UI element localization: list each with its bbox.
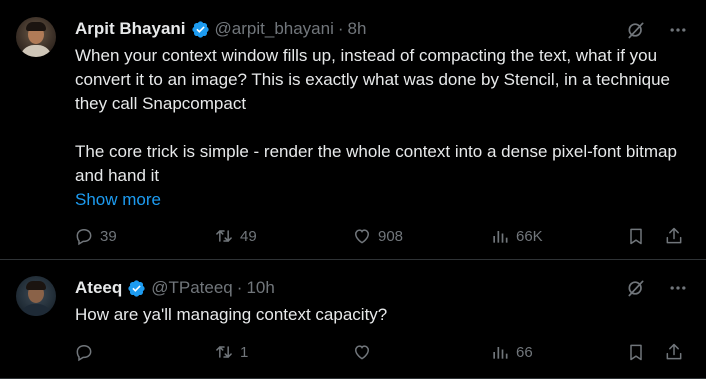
reply-button[interactable] xyxy=(74,342,100,362)
repost-count: 49 xyxy=(240,227,257,245)
repost-button[interactable]: 1 xyxy=(214,342,248,362)
author-name[interactable]: Ateeq xyxy=(75,278,122,298)
bookmark-button[interactable] xyxy=(626,226,646,246)
avatar[interactable] xyxy=(16,17,56,57)
tweet-card[interactable]: Arpit Bhayani @arpit_bhayani · 8h When y… xyxy=(0,0,706,260)
views-count: 66 xyxy=(516,343,533,361)
avatar[interactable] xyxy=(16,276,56,316)
author-name[interactable]: Arpit Bhayani xyxy=(75,19,186,39)
tweet-header: Arpit Bhayani @arpit_bhayani · 8h xyxy=(75,18,366,40)
reply-button[interactable]: 39 xyxy=(74,226,117,246)
more-options-icon[interactable] xyxy=(668,278,688,298)
avatar-shoulders xyxy=(20,45,52,57)
repost-icon xyxy=(216,346,232,358)
show-more-link[interactable]: Show more xyxy=(75,188,685,212)
author-handle[interactable]: @TPateeq xyxy=(151,278,233,298)
views-count: 66K xyxy=(516,227,543,245)
grok-icon[interactable] xyxy=(626,278,646,298)
tweet-header: Ateeq @TPateeq · 10h xyxy=(75,277,275,299)
avatar-hair xyxy=(26,281,46,290)
views-button[interactable]: 66K xyxy=(490,226,543,246)
share-icon xyxy=(666,343,682,360)
views-icon xyxy=(493,347,508,359)
author-handle[interactable]: @arpit_bhayani xyxy=(215,19,334,39)
tweet-action-bar: 39 49 908 66K xyxy=(74,224,686,248)
tweet-top-actions xyxy=(626,278,688,298)
more-options-icon[interactable] xyxy=(668,20,688,40)
avatar-hair xyxy=(26,22,46,31)
repost-button[interactable]: 49 xyxy=(214,226,257,246)
verified-badge-icon xyxy=(191,20,209,38)
reply-icon xyxy=(76,344,92,362)
bookmark-icon xyxy=(630,344,642,361)
repost-icon xyxy=(216,230,232,242)
like-icon xyxy=(354,345,370,360)
separator: · xyxy=(337,19,344,38)
timestamp[interactable]: 10h xyxy=(246,278,274,298)
views-button[interactable]: 66 xyxy=(490,342,533,362)
share-button[interactable] xyxy=(664,342,684,362)
like-button[interactable]: 908 xyxy=(352,226,403,246)
like-button[interactable] xyxy=(352,342,378,362)
grok-icon[interactable] xyxy=(626,20,646,40)
like-icon xyxy=(354,229,370,244)
tweet-text: How are ya'll managing context capacity? xyxy=(75,303,685,327)
tweet-paragraph: When your context window fills up, inste… xyxy=(75,46,671,113)
bookmark-icon xyxy=(630,228,642,245)
views-icon xyxy=(493,231,508,243)
tweet-paragraph: The core trick is simple - render the wh… xyxy=(75,142,677,185)
avatar-shoulders xyxy=(20,304,52,316)
like-count: 908 xyxy=(378,227,404,245)
tweet-text: When your context window fills up, inste… xyxy=(75,44,685,212)
verified-badge-icon xyxy=(128,279,145,297)
tweet-action-bar: 1 66 xyxy=(74,340,686,364)
separator: · xyxy=(236,278,243,297)
bookmark-button[interactable] xyxy=(626,342,646,362)
tweet-top-actions xyxy=(626,20,688,40)
tweet-paragraph: How are ya'll managing context capacity? xyxy=(75,305,388,324)
timestamp[interactable]: 8h xyxy=(348,19,367,39)
repost-count: 1 xyxy=(240,343,249,361)
share-icon xyxy=(666,227,682,244)
share-button[interactable] xyxy=(664,226,684,246)
reply-count: 39 xyxy=(100,227,117,245)
reply-icon xyxy=(76,228,92,246)
tweet-card[interactable]: Ateeq @TPateeq · 10h How are ya'll manag… xyxy=(0,260,706,379)
